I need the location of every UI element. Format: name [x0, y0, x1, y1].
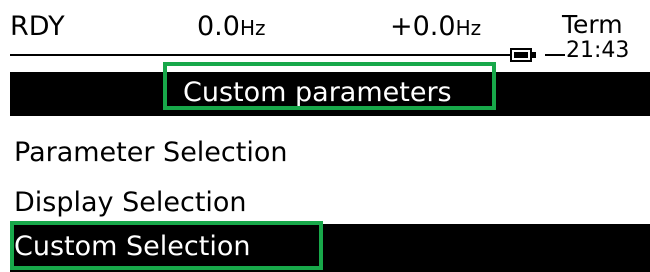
header-divider [10, 54, 510, 56]
header-divider-right [545, 54, 565, 56]
title-highlight-frame [163, 62, 496, 110]
frequency-reference-value: 0.0 [197, 11, 240, 42]
frequency-reference: 0.0Hz [197, 12, 266, 43]
frequency-reference-unit: Hz [239, 16, 266, 40]
selection-highlight-frame [10, 221, 323, 270]
output-frequency-unit: Hz [455, 16, 482, 40]
battery-level [514, 52, 528, 58]
output-frequency: +0.0Hz [390, 12, 481, 43]
drive-state: RDY [10, 11, 65, 42]
output-frequency-value: +0.0 [390, 11, 456, 42]
menu-item-display-selection[interactable]: Display Selection [14, 186, 247, 220]
battery-icon [510, 48, 536, 62]
control-channel: Term [562, 10, 623, 39]
menu-item-parameter-selection[interactable]: Parameter Selection [14, 136, 287, 170]
battery-tip [532, 52, 536, 58]
clock: 21:43 [566, 38, 630, 63]
